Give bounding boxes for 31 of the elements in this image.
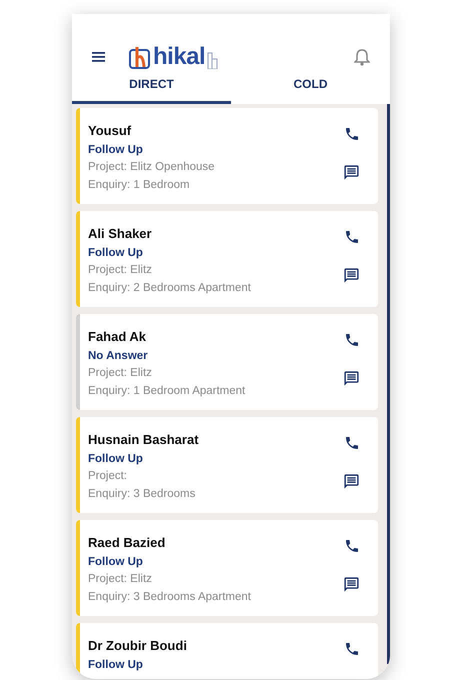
lead-card[interactable]: Yousuf Follow Up Project: Elitz Openhouse Enquiry: 1 Bedroom (76, 108, 378, 204)
project-text: Project: (88, 469, 128, 484)
project-text: Project: Elitz (88, 366, 153, 381)
tab[interactable]: DIRECT (72, 71, 231, 104)
lead-card[interactable]: Fahad Ak No Answer Project: Elitz Enquiry: 1 Bedroom Apartment (76, 314, 378, 410)
lead-name: Dr Zoubir Boudi (88, 637, 188, 655)
project-text: Project: Elitz Openhouse (88, 160, 216, 175)
enquiry-text: Enquiry: 2 Bedrooms Apartment (88, 281, 252, 296)
project-text: Project: Elitz (88, 263, 153, 278)
lead-name: Husnain Basharat (88, 431, 200, 449)
logo: hikal (153, 44, 206, 68)
lead-name: Raed Bazied (88, 534, 166, 552)
lead-status: No Answer (88, 349, 149, 364)
lead-card[interactable]: Ali Shaker Follow Up Project: Elitz Enquiry: 2 Bedrooms Apartment (76, 211, 378, 307)
lead-card[interactable]: Husnain Basharat Follow Up Project: Enquiry: 3 Bedrooms (76, 417, 378, 513)
lead-status: Follow Up (88, 246, 144, 261)
enquiry-text: Enquiry: 3 Bedrooms (88, 487, 196, 502)
lead-status: Follow Up (88, 452, 144, 467)
enquiry-text: Enquiry: 1 Bedroom Apartment (88, 384, 246, 399)
lead-status: Follow Up (88, 555, 144, 570)
enquiry-text: Enquiry: 3 Bedrooms Apartment (88, 590, 252, 605)
tab[interactable]: COLD (231, 71, 390, 104)
lead-status: Follow Up (88, 658, 144, 673)
enquiry-text: Enquiry: 1 Bedroom (88, 178, 191, 193)
project-text: Project: Elitz (88, 572, 153, 587)
lead-card[interactable]: Raed Bazied Follow Up Project: Elitz Enquiry: 3 Bedrooms Apartment (76, 520, 378, 616)
lead-name: Yousuf (88, 122, 132, 140)
lead-card[interactable]: Dr Zoubir Boudi Follow Up (76, 623, 378, 679)
lead-name: Ali Shaker (88, 225, 153, 243)
lead-name: Fahad Ak (88, 328, 148, 346)
lead-status: Follow Up (88, 143, 144, 158)
